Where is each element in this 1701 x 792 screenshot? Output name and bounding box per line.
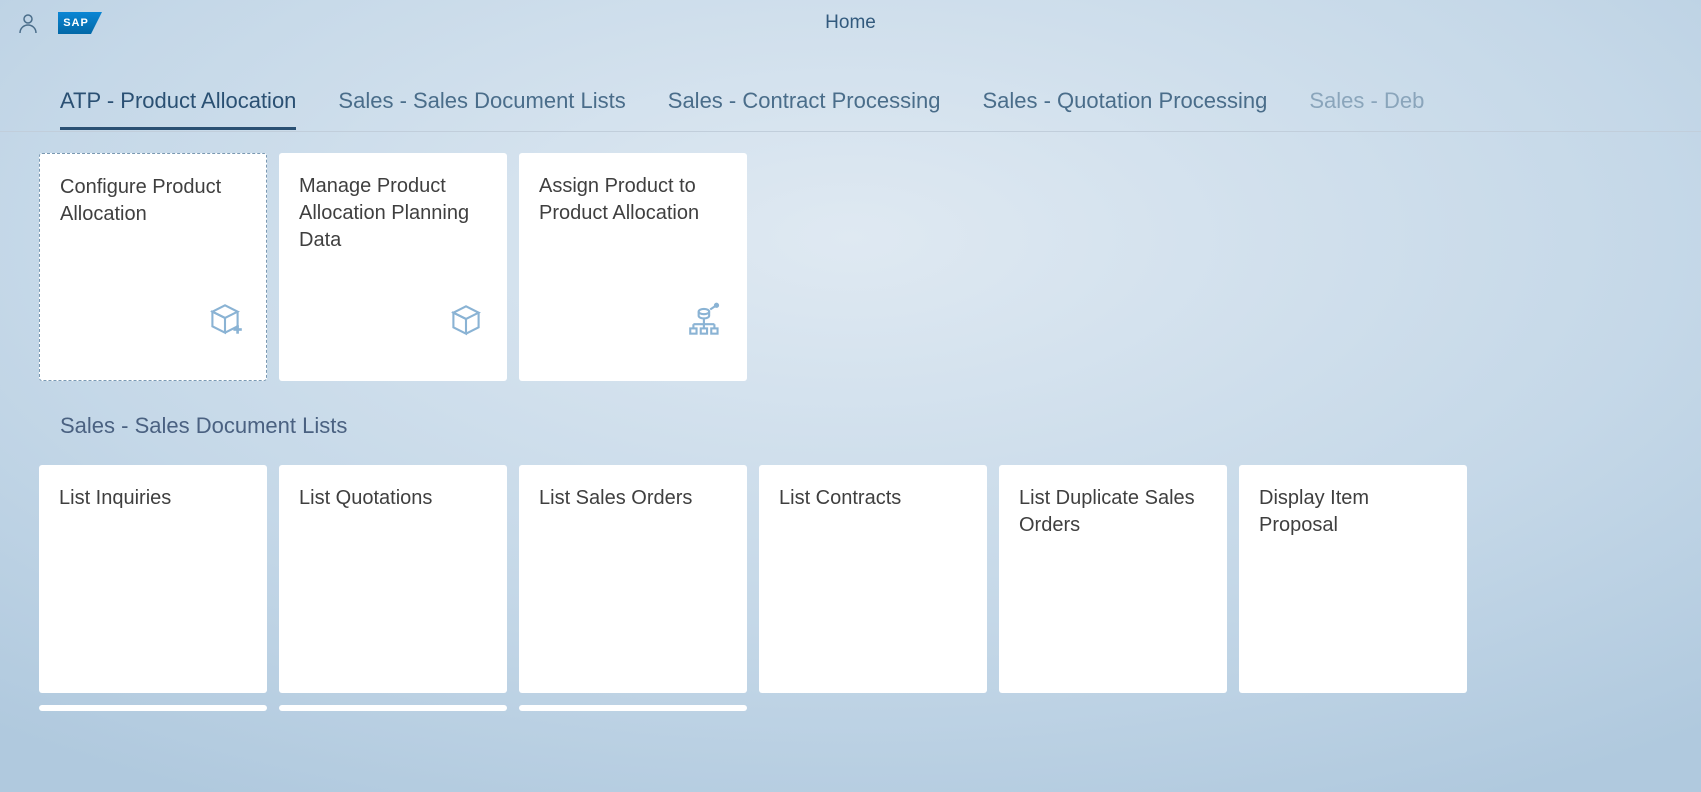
- tile-list-inquiries[interactable]: List Inquiries: [39, 465, 267, 693]
- tile-assign-product-to-product-allocation[interactable]: Assign Product to Product Allocation: [519, 153, 747, 381]
- tile-title: List Inquiries: [59, 485, 247, 512]
- tab-quotation-processing[interactable]: Sales - Quotation Processing: [982, 88, 1267, 130]
- tile-partial-2[interactable]: [279, 705, 507, 711]
- sap-logo[interactable]: SAP: [58, 12, 102, 34]
- tile-title: List Sales Orders: [539, 485, 727, 512]
- box-icon: [445, 299, 487, 341]
- tile-title: List Contracts: [779, 485, 967, 512]
- tile-title: List Quotations: [299, 485, 487, 512]
- tile-list-sales-orders[interactable]: List Sales Orders: [519, 465, 747, 693]
- tab-sales-document-lists[interactable]: Sales - Sales Document Lists: [338, 88, 625, 130]
- header-left: SAP: [14, 9, 102, 37]
- header: SAP Home: [0, 0, 1701, 46]
- tile-group-sales-document-lists: List Inquiries List Quotations List Sale…: [0, 439, 1701, 693]
- tile-list-quotations[interactable]: List Quotations: [279, 465, 507, 693]
- tab-atp-product-allocation[interactable]: ATP - Product Allocation: [60, 88, 296, 130]
- tile-title: Assign Product to Product Allocation: [539, 173, 727, 227]
- tile-list-contracts[interactable]: List Contracts: [759, 465, 987, 693]
- tile-list-duplicate-sales-orders[interactable]: List Duplicate Sales Orders: [999, 465, 1227, 693]
- section-heading-sales-document-lists: Sales - Sales Document Lists: [0, 381, 1701, 439]
- tile-title: Configure Product Allocation: [60, 174, 246, 228]
- tile-manage-product-allocation-planning-data[interactable]: Manage Product Allocation Planning Data: [279, 153, 507, 381]
- tab-bar: ATP - Product Allocation Sales - Sales D…: [0, 86, 1701, 132]
- tile-title: Manage Product Allocation Planning Data: [299, 173, 487, 254]
- user-icon[interactable]: [14, 9, 42, 37]
- box-plus-icon: [204, 298, 246, 340]
- tile-title: List Duplicate Sales Orders: [1019, 485, 1207, 539]
- tile-title: Display Item Proposal: [1259, 485, 1447, 539]
- page-title: Home: [825, 12, 876, 34]
- tile-partial-1[interactable]: [39, 705, 267, 711]
- tile-group-partial: [0, 693, 1701, 711]
- tile-partial-3[interactable]: [519, 705, 747, 711]
- tab-sales-deb[interactable]: Sales - Deb: [1309, 88, 1424, 130]
- tile-group-atp: Configure Product Allocation Manage Prod…: [0, 132, 1701, 381]
- hierarchy-icon: [685, 299, 727, 341]
- tab-contract-processing[interactable]: Sales - Contract Processing: [668, 88, 941, 130]
- tile-configure-product-allocation[interactable]: Configure Product Allocation: [39, 153, 267, 381]
- tile-display-item-proposal[interactable]: Display Item Proposal: [1239, 465, 1467, 693]
